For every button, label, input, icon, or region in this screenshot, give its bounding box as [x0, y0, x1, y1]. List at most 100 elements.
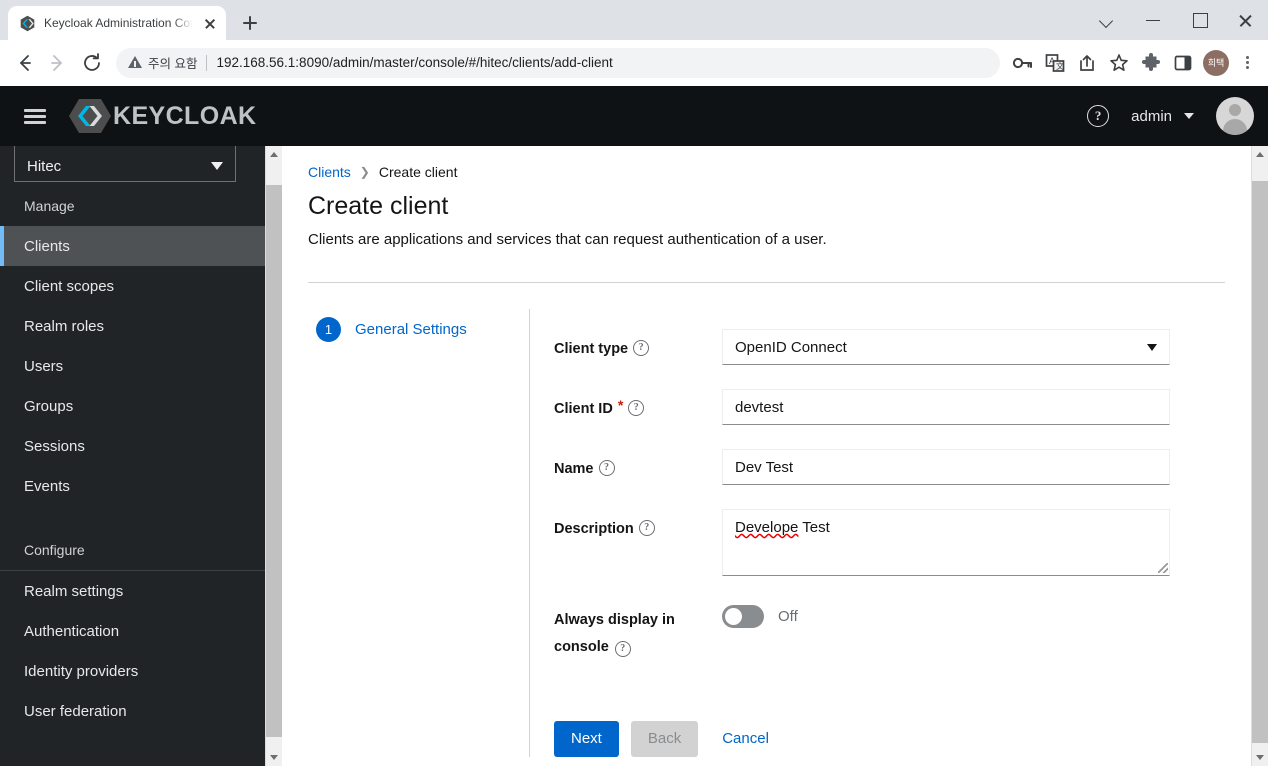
help-circle-icon[interactable]: ? [638, 520, 655, 536]
extensions-puzzle-icon[interactable] [1136, 48, 1166, 78]
help-circle-icon[interactable]: ? [628, 400, 645, 416]
sidebar-item-label: User federation [24, 702, 127, 720]
maximize-icon[interactable] [1176, 0, 1222, 40]
sidebar-item-users[interactable]: Users [0, 346, 265, 386]
name-control [722, 449, 1170, 485]
sidebar-item-sessions[interactable]: Sessions [0, 426, 265, 466]
forward-icon [42, 47, 74, 79]
field-name: Name ? [554, 449, 1251, 485]
sidebar-item-realm-settings[interactable]: Realm settings [0, 571, 265, 611]
description-textarea-wrapper: Develope Test [722, 509, 1170, 576]
sidebar-item-label: Authentication [24, 622, 120, 640]
scrollbar-track[interactable] [1252, 163, 1268, 749]
user-avatar-icon[interactable] [1216, 97, 1254, 135]
scrollbar-track[interactable] [266, 163, 282, 749]
address-bar[interactable]: 주의 요함 192.168.56.1:8090/admin/master/con… [116, 47, 1000, 78]
description-label: Description [554, 521, 634, 537]
sidebar-item-authentication[interactable]: Authentication [0, 611, 265, 651]
create-client-wizard: 1 General Settings Client type ? OpenID … [282, 283, 1251, 757]
description-text-rest: Test [798, 519, 830, 536]
browser-tab-strip: Keycloak Administration Console [0, 0, 1268, 40]
sidebar-navigation: Hitec Manage Clients Client scopes Realm… [0, 146, 265, 766]
translate-icon[interactable]: A 文 [1040, 48, 1070, 78]
description-textarea[interactable]: Develope Test [722, 509, 1170, 576]
scroll-up-arrow-icon[interactable] [1252, 146, 1268, 163]
chevron-down-icon [1184, 113, 1194, 119]
breadcrumb-current: Create client [378, 164, 458, 180]
browser-tab-title: Keycloak Administration Console [44, 16, 194, 30]
sidebar-item-groups[interactable]: Groups [0, 386, 265, 426]
sidebar-scrollbar[interactable] [265, 146, 282, 766]
page-scrollbar[interactable] [1251, 146, 1268, 766]
name-label: Name [554, 461, 594, 477]
hamburger-menu-icon[interactable] [18, 99, 52, 133]
wizard-step-general-settings[interactable]: 1 General Settings [308, 309, 529, 342]
always-display-label-line1: Always display in [554, 612, 675, 628]
tab-search-chevron-down-icon[interactable] [1084, 0, 1130, 40]
description-control: Develope Test [722, 509, 1170, 576]
side-panel-icon[interactable] [1168, 48, 1198, 78]
sidebar-item-realm-roles[interactable]: Realm roles [0, 306, 265, 346]
web-page: KEYCLOAK ? admin Hitec Manage Clients Cl… [0, 86, 1268, 766]
sidebar-item-clients[interactable]: Clients [0, 226, 265, 266]
sidebar-item-label: Sessions [24, 437, 85, 455]
next-button[interactable]: Next [554, 720, 619, 757]
sidebar-item-label: Users [24, 357, 64, 375]
client-id-input[interactable] [722, 389, 1170, 425]
new-tab-button[interactable] [236, 9, 264, 37]
browser-tab[interactable]: Keycloak Administration Console [8, 6, 226, 40]
client-id-label: Client ID [554, 401, 613, 417]
cancel-button[interactable]: Cancel [710, 721, 781, 757]
scroll-up-arrow-icon[interactable] [266, 146, 282, 163]
bookmark-star-icon[interactable] [1104, 48, 1134, 78]
name-input[interactable] [722, 449, 1170, 485]
always-display-label-group: Always display in console ? [554, 600, 722, 659]
description-label-group: Description ? [554, 509, 722, 540]
chevron-right-icon: ❯ [359, 165, 370, 179]
minimize-icon[interactable] [1130, 0, 1176, 40]
reload-icon[interactable] [76, 47, 108, 79]
step-label: General Settings [355, 321, 467, 338]
back-icon[interactable] [8, 47, 40, 79]
sidebar-item-label: Groups [24, 397, 74, 415]
client-id-label-group: Client ID * ? [554, 389, 722, 420]
client-type-selected-value: OpenID Connect [735, 338, 847, 356]
window-close-icon[interactable] [1222, 0, 1268, 40]
client-type-select[interactable]: OpenID Connect [722, 329, 1170, 365]
user-name-label: admin [1131, 107, 1172, 125]
sidebar-item-client-scopes[interactable]: Client scopes [0, 266, 265, 306]
help-circle-icon[interactable]: ? [598, 460, 615, 476]
scrollbar-thumb[interactable] [1252, 181, 1268, 743]
scroll-down-arrow-icon[interactable] [1252, 749, 1268, 766]
help-circle-icon[interactable]: ? [614, 640, 631, 657]
omnibox-divider [206, 54, 208, 71]
help-circle-icon[interactable]: ? [633, 340, 650, 356]
tab-close-icon[interactable] [202, 15, 218, 31]
kebab-menu-icon[interactable] [1234, 48, 1260, 78]
share-icon[interactable] [1072, 48, 1102, 78]
chevron-down-icon [1147, 343, 1157, 351]
sidebar-item-identity-providers[interactable]: Identity providers [0, 651, 265, 691]
sidebar-item-user-federation[interactable]: User federation [0, 691, 265, 731]
scrollbar-thumb[interactable] [266, 185, 282, 737]
always-display-toggle[interactable] [722, 605, 764, 628]
user-dropdown[interactable]: admin [1131, 108, 1194, 125]
breadcrumb-clients-link[interactable]: Clients [308, 164, 351, 180]
sidebar-section-manage: Manage [24, 198, 75, 214]
field-client-type: Client type ? OpenID Connect [554, 329, 1251, 365]
sidebar-item-events[interactable]: Events [0, 466, 265, 506]
keycloak-logo[interactable]: KEYCLOAK [68, 97, 256, 135]
sidebar-item-label: Clients [24, 237, 70, 255]
always-display-toggle-row: Off [722, 600, 1170, 628]
profile-avatar[interactable]: 희택 [1203, 49, 1229, 76]
key-icon[interactable] [1008, 48, 1038, 78]
keycloak-masthead: KEYCLOAK ? admin [0, 86, 1268, 146]
scroll-down-arrow-icon[interactable] [266, 749, 282, 766]
sidebar-item-label: Realm roles [24, 317, 105, 335]
help-circle-icon[interactable]: ? [1087, 105, 1110, 127]
breadcrumb: Clients ❯ Create client [282, 146, 1251, 180]
realm-selector[interactable]: Hitec [14, 146, 236, 182]
step-number-badge: 1 [316, 317, 341, 342]
required-marker: * [617, 397, 624, 413]
sidebar-item-label: Client scopes [24, 277, 115, 295]
